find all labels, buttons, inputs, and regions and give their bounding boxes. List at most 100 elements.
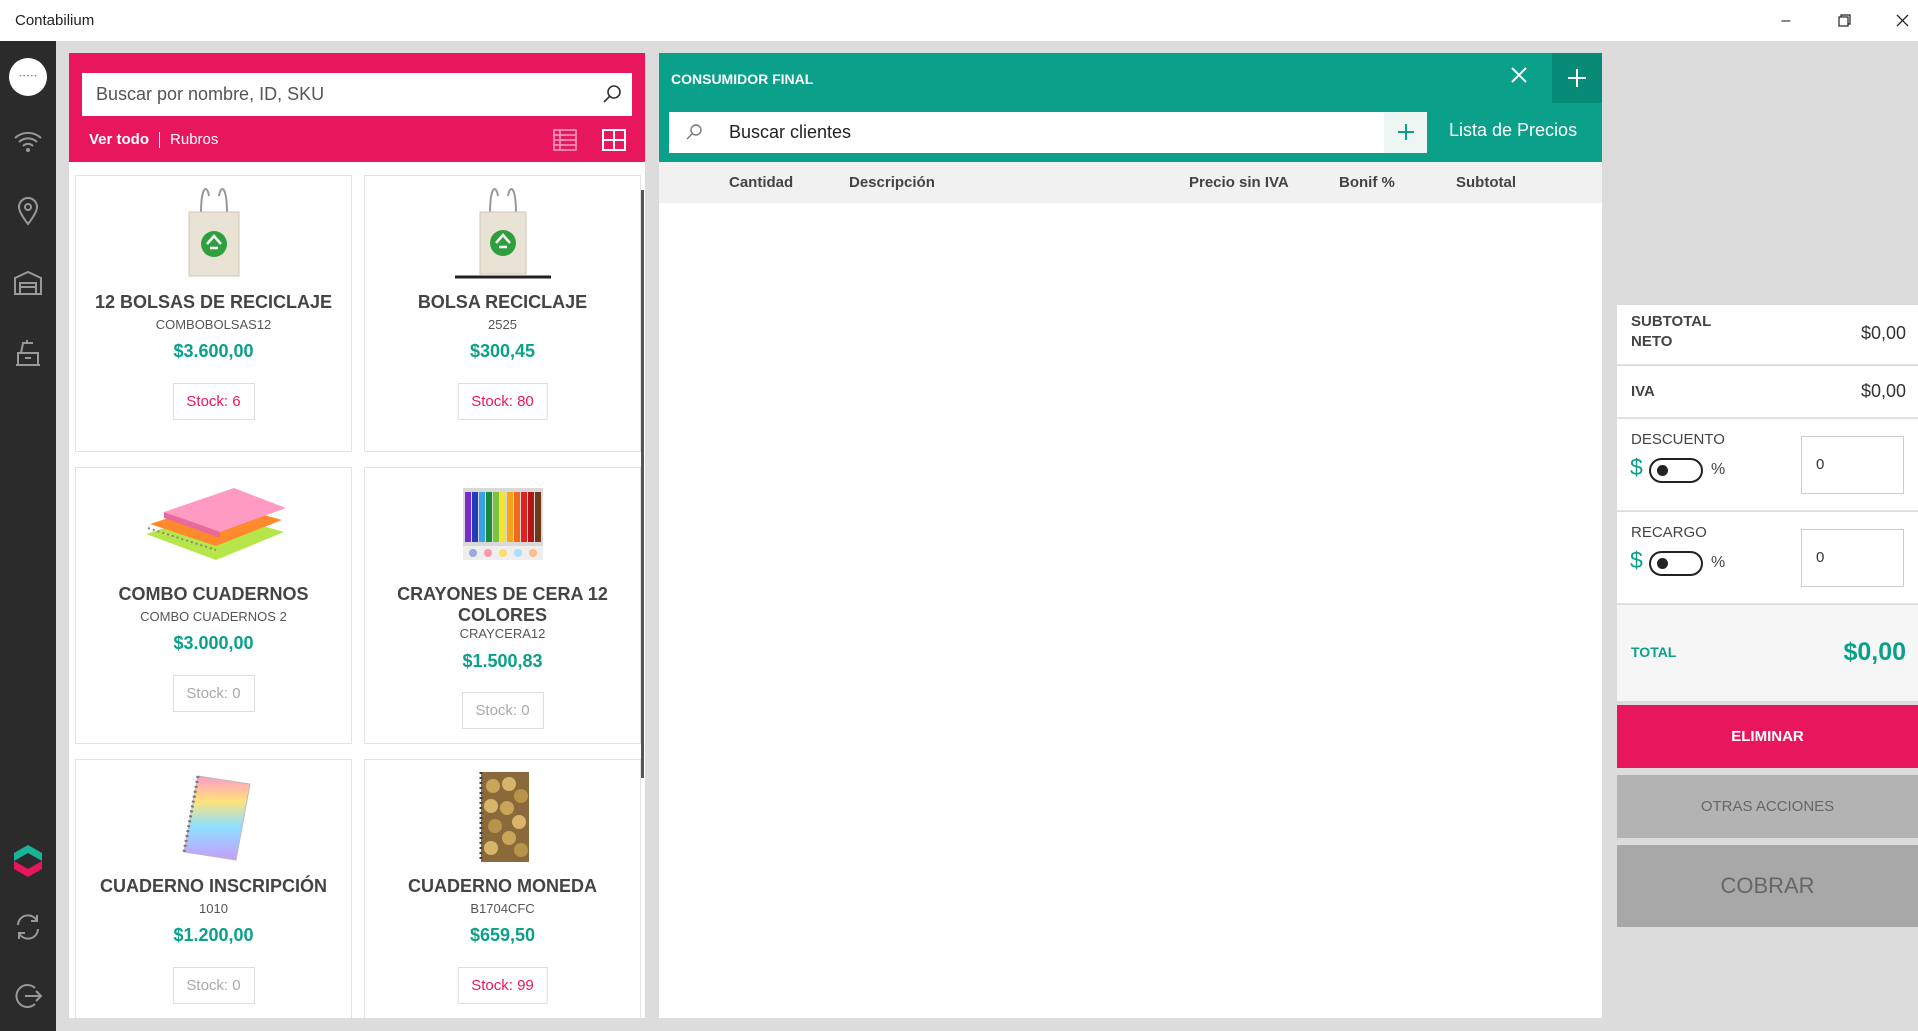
product-name: CRAYONES DE CERA 12 COLORES xyxy=(397,584,608,625)
subtotal-row: SUBTOTAL NETO $0,00 xyxy=(1617,305,1918,365)
iva-label: IVA xyxy=(1631,383,1655,400)
product-sku: COMBOBOLSAS12 xyxy=(155,317,272,332)
avatar[interactable]: • • • • • xyxy=(8,57,48,97)
product-name: COMBO CUADERNOS xyxy=(118,584,309,604)
tote-bag-icon xyxy=(443,182,563,282)
contabilium-logo-icon[interactable] xyxy=(8,840,48,880)
otras-acciones-button[interactable]: OTRAS ACCIONES xyxy=(1617,775,1918,838)
stock-badge: Stock: 80 xyxy=(457,383,548,420)
recargo-label: RECARGO xyxy=(1631,524,1707,541)
customer-name[interactable]: CONSUMIDOR FINAL xyxy=(671,71,813,87)
stock-badge: Stock: 0 xyxy=(172,967,255,1004)
crayons-icon xyxy=(443,474,563,574)
iva-value: $0,00 xyxy=(1860,381,1906,401)
column-header: Subtotal xyxy=(1456,174,1516,191)
product-price: $1.500,83 xyxy=(462,651,543,671)
product-catalog: Buscar por nombre, ID, SKU Ver todo Rubr… xyxy=(69,53,645,1018)
recargo-input[interactable]: 0 xyxy=(1801,529,1904,587)
product-card[interactable]: 12 BOLSAS DE RECICLAJE COMBOBOLSAS12 $3.… xyxy=(75,175,352,452)
total-value: $0,00 xyxy=(1843,638,1906,666)
product-search-input[interactable]: Buscar por nombre, ID, SKU xyxy=(82,73,632,116)
search-icon xyxy=(685,123,703,146)
location-icon[interactable] xyxy=(8,191,48,231)
app-title: Contabilium xyxy=(15,12,95,29)
currency-symbol: $ xyxy=(1630,547,1643,573)
descuento-input[interactable]: 0 xyxy=(1801,436,1904,494)
subtotal-label-2: NETO xyxy=(1631,333,1673,350)
coin-notebook-icon xyxy=(443,766,563,866)
sidebar: • • • • • xyxy=(0,41,56,1031)
column-header: Descripción xyxy=(849,174,935,191)
product-sku: COMBO CUADERNOS 2 xyxy=(140,609,287,624)
product-sku: 1010 xyxy=(199,901,228,916)
product-grid: 12 BOLSAS DE RECICLAJE COMBOBOLSAS12 $3.… xyxy=(75,175,641,1018)
search-placeholder: Buscar por nombre, ID, SKU xyxy=(96,84,325,104)
restore-button[interactable] xyxy=(1816,0,1872,41)
sync-icon[interactable] xyxy=(8,907,48,947)
product-name: 12 BOLSAS DE RECICLAJE xyxy=(94,292,333,312)
notebook-icon xyxy=(154,766,274,866)
total-label: TOTAL xyxy=(1631,644,1677,660)
clear-customer-button[interactable] xyxy=(1511,63,1527,89)
cash-register-icon[interactable] xyxy=(8,333,48,373)
product-name: CUADERNO INSCRIPCIÓN xyxy=(99,876,327,896)
filter-all-link[interactable]: Ver todo xyxy=(89,131,149,148)
close-window-button[interactable] xyxy=(1874,0,1918,41)
cobrar-button[interactable]: COBRAR xyxy=(1617,845,1918,927)
warehouse-icon[interactable] xyxy=(8,263,48,303)
catalog-filters: Ver todo Rubros xyxy=(89,131,218,148)
percent-symbol: % xyxy=(1711,461,1726,478)
product-price: $300,45 xyxy=(469,341,536,361)
iva-row: IVA $0,00 xyxy=(1617,366,1918,418)
toggle-knob xyxy=(1657,465,1668,476)
logout-icon[interactable] xyxy=(8,976,48,1016)
grid-view-icon[interactable] xyxy=(602,129,626,156)
order-header: CONSUMIDOR FINAL Buscar clientes Lista d… xyxy=(659,53,1602,162)
stock-badge: Stock: 99 xyxy=(457,967,548,1004)
add-client-button[interactable] xyxy=(1384,112,1427,153)
subtotal-label: SUBTOTAL xyxy=(1631,313,1712,330)
subtotal-value: $0,00 xyxy=(1860,323,1906,343)
product-card[interactable]: CUADERNO INSCRIPCIÓN 1010 $1.200,00 Stoc… xyxy=(75,759,352,1018)
stock-badge: Stock: 0 xyxy=(461,692,544,729)
order-panel: CONSUMIDOR FINAL Buscar clientes Lista d… xyxy=(659,53,1602,1018)
price-list-link[interactable]: Lista de Precios xyxy=(1449,120,1577,141)
product-sku: 2525 xyxy=(488,317,517,332)
descuento-toggle[interactable] xyxy=(1649,458,1703,483)
column-header: Cantidad xyxy=(729,174,794,191)
descuento-label: DESCUENTO xyxy=(1631,431,1725,448)
filter-rubros-link[interactable]: Rubros xyxy=(170,131,218,148)
product-card[interactable]: CRAYONES DE CERA 12 COLORES CRAYCERA12 $… xyxy=(364,467,641,744)
notebooks-icon xyxy=(134,474,294,574)
currency-symbol: $ xyxy=(1630,454,1643,480)
tote-bag-icon xyxy=(154,182,274,282)
recargo-toggle[interactable] xyxy=(1649,551,1703,576)
eliminar-button[interactable]: ELIMINAR xyxy=(1617,705,1918,768)
recargo-row: RECARGO $ % 0 xyxy=(1617,512,1918,604)
wifi-icon[interactable] xyxy=(8,122,48,162)
client-search-input[interactable]: Buscar clientes xyxy=(669,112,1427,153)
total-row: TOTAL $0,00 xyxy=(1617,605,1918,701)
minimize-button[interactable]: – xyxy=(1758,0,1814,41)
descuento-row: DESCUENTO $ % 0 xyxy=(1617,419,1918,511)
toggle-knob xyxy=(1657,558,1668,569)
new-order-button[interactable] xyxy=(1552,53,1602,103)
divider xyxy=(159,131,161,148)
list-view-icon[interactable] xyxy=(553,129,577,156)
product-name: CUADERNO MONEDA xyxy=(408,876,597,896)
product-price: $659,50 xyxy=(469,925,536,945)
catalog-header: Buscar por nombre, ID, SKU Ver todo Rubr… xyxy=(69,53,645,162)
stock-badge: Stock: 6 xyxy=(172,383,255,420)
stock-badge: Stock: 0 xyxy=(172,675,255,712)
search-icon[interactable] xyxy=(602,84,622,109)
product-price: $3.000,00 xyxy=(173,633,254,653)
column-header: Bonif % xyxy=(1339,174,1395,191)
percent-symbol: % xyxy=(1711,554,1726,571)
column-header: Precio sin IVA xyxy=(1189,174,1289,191)
product-price: $3.600,00 xyxy=(173,341,254,361)
catalog-scrollbar[interactable] xyxy=(641,190,644,778)
order-table-header: Cantidad Descripción Precio sin IVA Boni… xyxy=(659,162,1602,203)
product-card[interactable]: COMBO CUADERNOS COMBO CUADERNOS 2 $3.000… xyxy=(75,467,352,744)
product-card[interactable]: BOLSA RECICLAJE 2525 $300,45 Stock: 80 xyxy=(364,175,641,452)
product-card[interactable]: CUADERNO MONEDA B1704CFC $659,50 Stock: … xyxy=(364,759,641,1018)
